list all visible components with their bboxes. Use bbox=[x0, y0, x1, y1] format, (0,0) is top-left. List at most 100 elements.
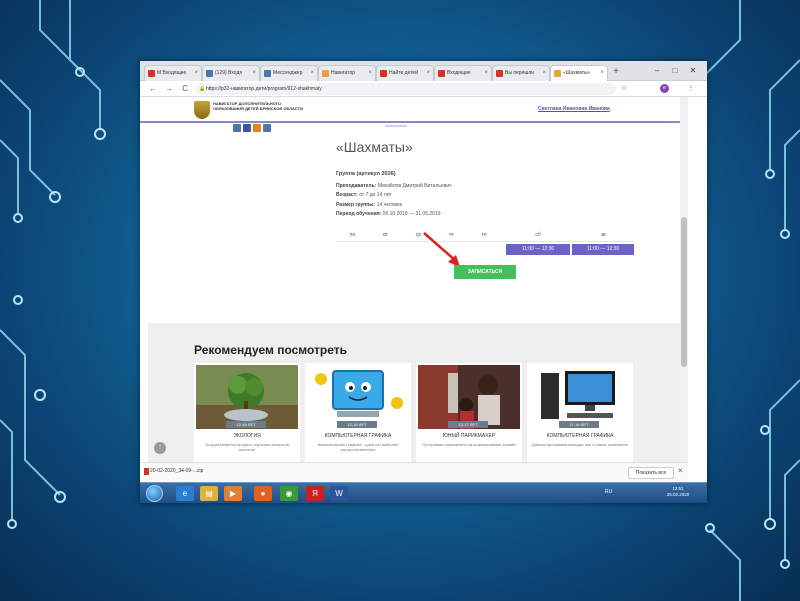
yandex-icon[interactable]: Я bbox=[306, 486, 324, 501]
new-tab-button[interactable]: + bbox=[610, 66, 622, 78]
reload-button[interactable]: C bbox=[180, 83, 190, 95]
tab-favicon bbox=[148, 70, 155, 77]
tab-favicon bbox=[496, 70, 503, 77]
firefox-icon[interactable]: ● bbox=[254, 486, 272, 501]
browser-tab[interactable]: Входящие × bbox=[434, 65, 492, 81]
age-label: Возраст: bbox=[336, 192, 358, 198]
vk-icon[interactable] bbox=[233, 124, 241, 132]
recommend-card[interactable]: 13-17 ЛЕТ ЮНЫЙ ПАРИКМАХЕР Программа напр… bbox=[416, 363, 522, 463]
tab-label: Входящие bbox=[447, 70, 471, 76]
browser-tab[interactable]: M Входящие × bbox=[144, 65, 202, 81]
tab-close-icon[interactable]: × bbox=[426, 66, 430, 81]
tab-favicon bbox=[438, 70, 445, 77]
org-name[interactable]: Навигатор дополнительного образования де… bbox=[213, 101, 303, 111]
tab-close-icon[interactable]: × bbox=[310, 66, 314, 81]
computer-image bbox=[529, 365, 631, 429]
tab-close-icon[interactable]: × bbox=[542, 66, 546, 81]
scroll-up-icon[interactable]: ↑ bbox=[154, 442, 166, 454]
folder-icon[interactable]: ▤ bbox=[200, 486, 218, 501]
nav-underline bbox=[385, 125, 407, 127]
address-toolbar: ← → C 🔒 https://p32-навигатор.дети/progra… bbox=[140, 81, 707, 97]
back-button[interactable]: ← bbox=[148, 83, 158, 95]
page-scrollbar[interactable] bbox=[680, 97, 688, 482]
tab-close-icon[interactable]: × bbox=[600, 66, 604, 81]
day-sat: сб bbox=[535, 232, 541, 238]
card-description: Осуществляется процесс изучения вопросов… bbox=[205, 442, 289, 452]
card-description: Компьютерная графика - одна из наиболее … bbox=[317, 442, 399, 452]
chrome-icon[interactable]: ◉ bbox=[280, 486, 298, 501]
language-indicator[interactable]: RU bbox=[605, 489, 612, 495]
scrollbar-thumb[interactable] bbox=[681, 217, 687, 367]
age-value: от 7 до 14 лет bbox=[359, 192, 392, 198]
card-title: КОМПЬЮТЕРНАЯ ГРАФИКА bbox=[324, 433, 392, 439]
browser-tab[interactable]: (129) Входя × bbox=[202, 65, 260, 81]
odnoklassniki-icon[interactable] bbox=[253, 124, 261, 132]
tab-label: Найти детей bbox=[389, 70, 418, 76]
tab-close-icon[interactable]: × bbox=[484, 66, 488, 81]
browser-tab[interactable]: Найти детей × bbox=[376, 65, 434, 81]
downloads-bar: 20-02-2020_34-09-...zip Показать все × bbox=[140, 462, 688, 482]
tab-label: Вы перешли bbox=[505, 70, 535, 76]
slot-sun: 11:00 — 12:30 bbox=[572, 244, 634, 255]
tab-favicon bbox=[380, 70, 387, 77]
browser-tab[interactable]: Навигатор × bbox=[318, 65, 376, 81]
browser-tab-active[interactable]: «Шахматы» × bbox=[550, 65, 608, 81]
lock-icon: 🔒 bbox=[199, 86, 206, 92]
address-bar[interactable]: 🔒 https://p32-навигатор.дети/program/912-… bbox=[196, 83, 616, 95]
day-sun: вс bbox=[601, 232, 607, 238]
day-tue: вт bbox=[383, 232, 388, 238]
size-label: Размер группы: bbox=[336, 201, 376, 208]
day-fri: пт bbox=[482, 232, 487, 238]
ie-icon[interactable]: e bbox=[176, 486, 194, 501]
signup-button[interactable]: ЗАПИСАТЬСЯ bbox=[454, 265, 516, 279]
start-button[interactable] bbox=[146, 485, 163, 502]
tab-close-icon[interactable]: × bbox=[252, 66, 256, 81]
facebook-icon[interactable] bbox=[243, 124, 251, 132]
card-description: Данная программа выводит нас в новое изм… bbox=[532, 442, 628, 447]
page-title: «Шахматы» bbox=[336, 139, 413, 155]
user-profile-link[interactable]: Светлана Ивановна Иванова bbox=[538, 106, 610, 112]
media-player-icon[interactable]: ▶ bbox=[224, 486, 242, 501]
windows-taskbar: e ▤ ▶ ● ◉ Я W RU 13:51 25.02.2020 bbox=[140, 482, 707, 503]
word-icon[interactable]: W bbox=[330, 486, 348, 501]
browser-tab[interactable]: Вы перешли × bbox=[492, 65, 550, 81]
close-icon[interactable]: × bbox=[678, 466, 683, 475]
hairdresser-image bbox=[418, 365, 520, 429]
size-row: Размер группы: 14 человек bbox=[336, 201, 636, 211]
ecology-image bbox=[196, 365, 298, 429]
maximize-button[interactable]: □ bbox=[668, 65, 682, 77]
download-item[interactable]: 20-02-2020_34-09-...zip bbox=[150, 468, 203, 474]
show-all-button[interactable]: Показать все bbox=[628, 467, 674, 479]
forward-button[interactable]: → bbox=[164, 83, 174, 95]
age-row: Возраст: от 7 до 14 лет bbox=[336, 191, 636, 201]
recommend-card[interactable]: 12-16 ЛЕТ ЭКОЛОГИЯ Осуществляется процес… bbox=[194, 363, 300, 463]
tab-label: «Шахматы» bbox=[563, 70, 591, 76]
coat-of-arms-logo[interactable] bbox=[194, 101, 210, 119]
site-header: Навигатор дополнительного образования де… bbox=[140, 97, 680, 123]
tab-close-icon[interactable]: × bbox=[194, 66, 198, 81]
size-value: 14 человек bbox=[376, 201, 403, 208]
browser-tab-bar: M Входящие × (129) Входя × Мессенджер × Нав… bbox=[140, 61, 707, 81]
card-title: КОМПЬЮТЕРНАЯ ГРАФИКА bbox=[546, 433, 614, 439]
recommend-card[interactable]: 11-16 ЛЕТ КОМПЬЮТЕРНАЯ ГРАФИКА Данная пр… bbox=[527, 363, 633, 463]
tab-favicon bbox=[206, 70, 213, 77]
mail-icon[interactable] bbox=[263, 124, 271, 132]
bookmark-star-icon[interactable]: ☆ bbox=[618, 83, 630, 95]
system-clock[interactable]: 13:51 25.02.2020 bbox=[660, 486, 696, 498]
period-value: 06.10.2018 — 31.05.2019 bbox=[382, 211, 441, 217]
close-window-button[interactable]: ✕ bbox=[686, 65, 700, 77]
teacher-label: Преподаватель: bbox=[336, 182, 377, 189]
period-label: Период обучения: bbox=[336, 211, 382, 217]
screenshot-window: M Входящие × (129) Входя × Мессенджер × Нав… bbox=[140, 61, 707, 503]
tab-label: Мессенджер bbox=[273, 70, 303, 76]
tab-close-icon[interactable]: × bbox=[368, 66, 372, 81]
schedule-divider bbox=[336, 241, 634, 242]
card-title: ЭКОЛОГИЯ bbox=[233, 433, 261, 439]
teacher-row: Преподаватель: Михайлов Дмитрий Витальев… bbox=[336, 182, 636, 192]
extension-icon[interactable]: e bbox=[660, 84, 669, 93]
browser-tab[interactable]: Мессенджер × bbox=[260, 65, 318, 81]
recommend-card[interactable]: 12-16 ЛЕТ КОМПЬЮТЕРНАЯ ГРАФИКА Компьютер… bbox=[305, 363, 411, 463]
minimize-button[interactable]: – bbox=[650, 65, 664, 77]
browser-menu-icon[interactable]: ⋮ bbox=[685, 83, 697, 95]
web-page: Навигатор дополнительного образования де… bbox=[140, 97, 707, 482]
